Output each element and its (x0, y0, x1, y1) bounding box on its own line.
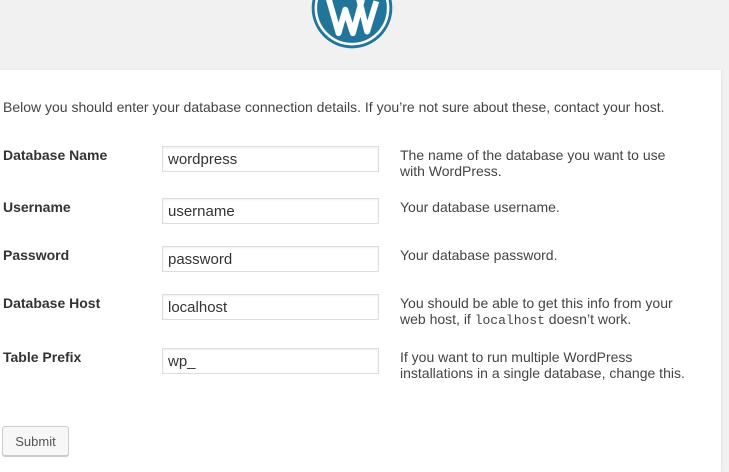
database-name-input[interactable] (162, 146, 379, 172)
intro-text: Below you should enter your database con… (3, 99, 665, 115)
username-help: Your database username. (400, 199, 560, 215)
submit-button[interactable]: Submit (2, 426, 69, 456)
database-host-label: Database Host (3, 295, 101, 311)
password-label: Password (3, 247, 70, 263)
database-host-help-text-2: doesn’t work. (544, 311, 632, 327)
wordpress-logo-icon (311, 0, 393, 49)
table-prefix-help: If you want to run multiple WordPress in… (400, 349, 685, 381)
password-help: Your database password. (400, 247, 558, 263)
table-prefix-input[interactable] (162, 348, 379, 374)
database-name-help: The name of the database you want to use… (400, 147, 666, 179)
table-prefix-label: Table Prefix (3, 349, 82, 365)
username-label: Username (3, 199, 71, 215)
database-host-help: You should be able to get this info from… (400, 295, 690, 329)
database-host-input[interactable] (162, 294, 379, 320)
password-input[interactable] (162, 246, 379, 272)
database-name-label: Database Name (3, 147, 108, 163)
localhost-code: localhost (474, 313, 545, 328)
username-input[interactable] (162, 198, 379, 224)
